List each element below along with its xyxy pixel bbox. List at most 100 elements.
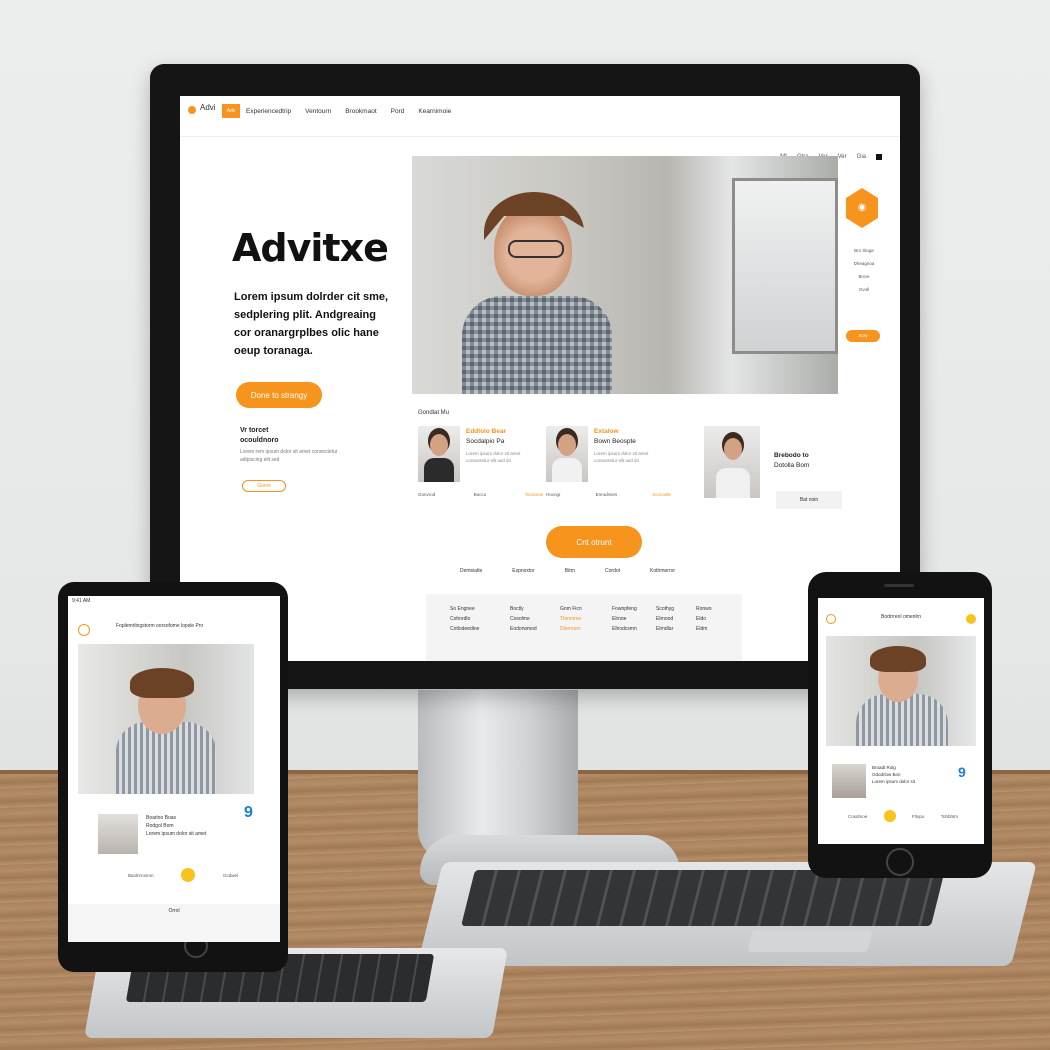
- footer-link[interactable]: Cordot: [605, 568, 620, 574]
- desktop-screen: Advi Adv Experiencedtrip Ventourn Brookm…: [180, 96, 900, 661]
- tablet-number-badge: 9: [244, 804, 253, 821]
- tablet-bottom-link[interactable]: Gcdwel: [223, 873, 238, 878]
- background-window: [732, 178, 838, 354]
- logo-icon[interactable]: [826, 614, 836, 624]
- footer-col-row[interactable]: Eodorwmod: [510, 624, 537, 634]
- footer-bar: So Engnee Cohnrdlo Cotlodeedine Boctly C…: [426, 594, 742, 661]
- footer-col-row[interactable]: Dlorroum: [560, 624, 582, 634]
- footer-link[interactable]: Kotlrmerror: [650, 568, 675, 574]
- footer-col-row[interactable]: Ttonrsme: [560, 614, 582, 624]
- coin-icon[interactable]: [883, 810, 896, 822]
- card-photo: [418, 426, 460, 482]
- footer-col-title: Gnm Ficn: [560, 606, 582, 612]
- person-hair: [130, 668, 194, 698]
- phone-item-title: Broadt Rolg: [872, 765, 896, 770]
- nav-link[interactable]: Kearnimoie: [418, 108, 451, 115]
- footer-col: Scothyg Elrnood Elrndlar: [656, 604, 674, 634]
- menu-icon[interactable]: [966, 614, 976, 624]
- person-body: [856, 694, 948, 746]
- right-panel-button[interactable]: Sory: [846, 330, 880, 342]
- side-block-button[interactable]: Gonrs: [242, 480, 286, 492]
- footer-col: Gnm Ficn Ttonrsme Dlorroum: [560, 604, 582, 634]
- card-title: Eddlolo Bear: [466, 428, 507, 435]
- hero-cta-button[interactable]: Done to strangy: [236, 382, 322, 408]
- profile-card[interactable]: Extalow Bown Beospte Lorem ipsum dolor s…: [546, 426, 671, 516]
- keyboard-right[interactable]: [461, 870, 945, 926]
- card-meta: Hocngr Enrodmies Scnnodle: [546, 492, 671, 497]
- tablet-bottom-link[interactable]: Baolnrrosmn: [128, 873, 154, 878]
- nav-link[interactable]: Pord: [391, 108, 405, 115]
- footer-col-row[interactable]: Ellrodcsmn: [612, 624, 637, 634]
- footer-col-row[interactable]: Eldo: [696, 614, 712, 624]
- right-panel-items: Bro Sloge Dheagnoa Brore Gvoll: [844, 244, 884, 296]
- phone-bottom-link[interactable]: Tohbhtm: [941, 814, 958, 819]
- card-subtitle: Bown Beospte: [594, 438, 636, 445]
- phone-item-lines: Lorem ipsum dolor sit: [872, 779, 916, 784]
- right-panel-item[interactable]: Brore: [844, 270, 884, 283]
- footer-col-row[interactable]: Elrnood: [656, 614, 674, 624]
- footer-link[interactable]: Expnoxtor: [512, 568, 535, 574]
- nav-link[interactable]: Ventourn: [305, 108, 331, 115]
- tablet-status-time: 9:41 AM: [72, 598, 91, 604]
- footer-col: So Engnee Cohnrdlo Cotlodeedine: [450, 604, 479, 634]
- tablet-item-sub: Rodgol Bom: [146, 823, 174, 829]
- footer-col: Boctly Cosolme Eodorwmod: [510, 604, 537, 634]
- brand-name[interactable]: Advi: [200, 103, 216, 112]
- footer-col-title: So Engnee: [450, 606, 475, 612]
- phone-item-text: Broadt Rolg Ododrlow Bon Lorem ipsum dol…: [872, 764, 915, 785]
- phone-item-photo: [832, 764, 866, 798]
- nav-links: Experiencedtrip Ventourn Brookmaot Pord …: [246, 108, 451, 115]
- footer-link[interactable]: Demsiatle: [460, 568, 482, 574]
- phone-bottom-link[interactable]: Cosdmoe: [848, 814, 867, 819]
- footer-col-row[interactable]: Cohnrdlo: [450, 614, 479, 624]
- nav-right-link[interactable]: Gia: [857, 154, 866, 160]
- card-photo: [704, 426, 760, 498]
- main-cta-button[interactable]: Cnt otrunt: [546, 526, 642, 558]
- tablet-item-text: Boarloo Boas Rodgol Bom Lorem ipsum dolo…: [146, 814, 206, 838]
- trackpad-right[interactable]: [747, 930, 873, 952]
- footer-links: Demsiatle Expnoxtor Bitrn Cordot Kotlrme…: [460, 568, 675, 574]
- nav-link[interactable]: Brookmaot: [345, 108, 376, 115]
- logo-icon[interactable]: [188, 106, 196, 114]
- side-block-text: Lorem rem ipsum dolor sit amet consectet…: [240, 449, 338, 463]
- footer-col-title: Fownpfeng: [612, 606, 637, 612]
- nav-right-link[interactable]: Ver: [838, 154, 847, 160]
- phone-hero-photo: [826, 636, 976, 746]
- card-text: Lorem ipsum dolor sit amet consectetur e…: [594, 451, 649, 463]
- footer-col-row[interactable]: Cosolme: [510, 614, 537, 624]
- phone-list-item[interactable]: Broadt Rolg Ododrlow Bon Lorem ipsum dol…: [832, 764, 972, 800]
- tablet-header-text: Foplemrlingstorm oorsofome lopsle Pnr: [116, 623, 204, 629]
- card-meta-item: Bocco: [473, 492, 487, 497]
- menu-icon[interactable]: [876, 154, 882, 160]
- card-meta-item: Hocngr: [546, 492, 561, 497]
- hexagon-badge-icon[interactable]: ◉: [846, 188, 878, 228]
- footer-link[interactable]: Bitrn: [565, 568, 575, 574]
- card-cta-button[interactable]: Bat noin: [776, 491, 842, 509]
- phone-home-button[interactable]: [886, 848, 914, 876]
- glasses-icon: [508, 240, 564, 258]
- tablet-item-photo: [98, 814, 138, 854]
- phone-bottom-link[interactable]: Fltopo: [912, 814, 925, 819]
- footer-col-row[interactable]: Cotlodeedine: [450, 624, 479, 634]
- logo-icon[interactable]: [78, 624, 90, 636]
- footer-col-title: Boctly: [510, 606, 524, 612]
- profile-card[interactable]: Eddlolo Bear Socdalpio Pa Lorem ipsum do…: [418, 426, 543, 516]
- right-panel-item[interactable]: Gvoll: [844, 283, 884, 296]
- hero-photo: [412, 156, 838, 394]
- tablet-list-item[interactable]: Boarloo Boas Rodgol Bom Lorem ipsum dolo…: [98, 814, 268, 854]
- tablet-hero-photo: [78, 644, 254, 794]
- card-meta: Gonvrod Bocco Tocnaras: [418, 492, 543, 497]
- card-title: Extalow: [594, 428, 619, 435]
- coin-icon[interactable]: [181, 868, 196, 882]
- footer-col-row[interactable]: Eldm: [696, 624, 712, 634]
- footer-col-row[interactable]: Elrnoe: [612, 614, 637, 624]
- card-photo: [546, 426, 588, 482]
- footer-col-row[interactable]: Elrndlar: [656, 624, 674, 634]
- brand-badge[interactable]: Adv: [222, 104, 240, 118]
- phone-header-text: Bodrrreol omenlrn: [880, 614, 922, 620]
- right-panel-item[interactable]: Bro Sloge: [844, 244, 884, 257]
- footer-col-title: Ronwo: [696, 606, 712, 612]
- right-panel-item[interactable]: Dheagnoa: [844, 257, 884, 270]
- nav-link[interactable]: Experiencedtrip: [246, 108, 291, 115]
- tablet-footer: Orrol: [68, 904, 280, 942]
